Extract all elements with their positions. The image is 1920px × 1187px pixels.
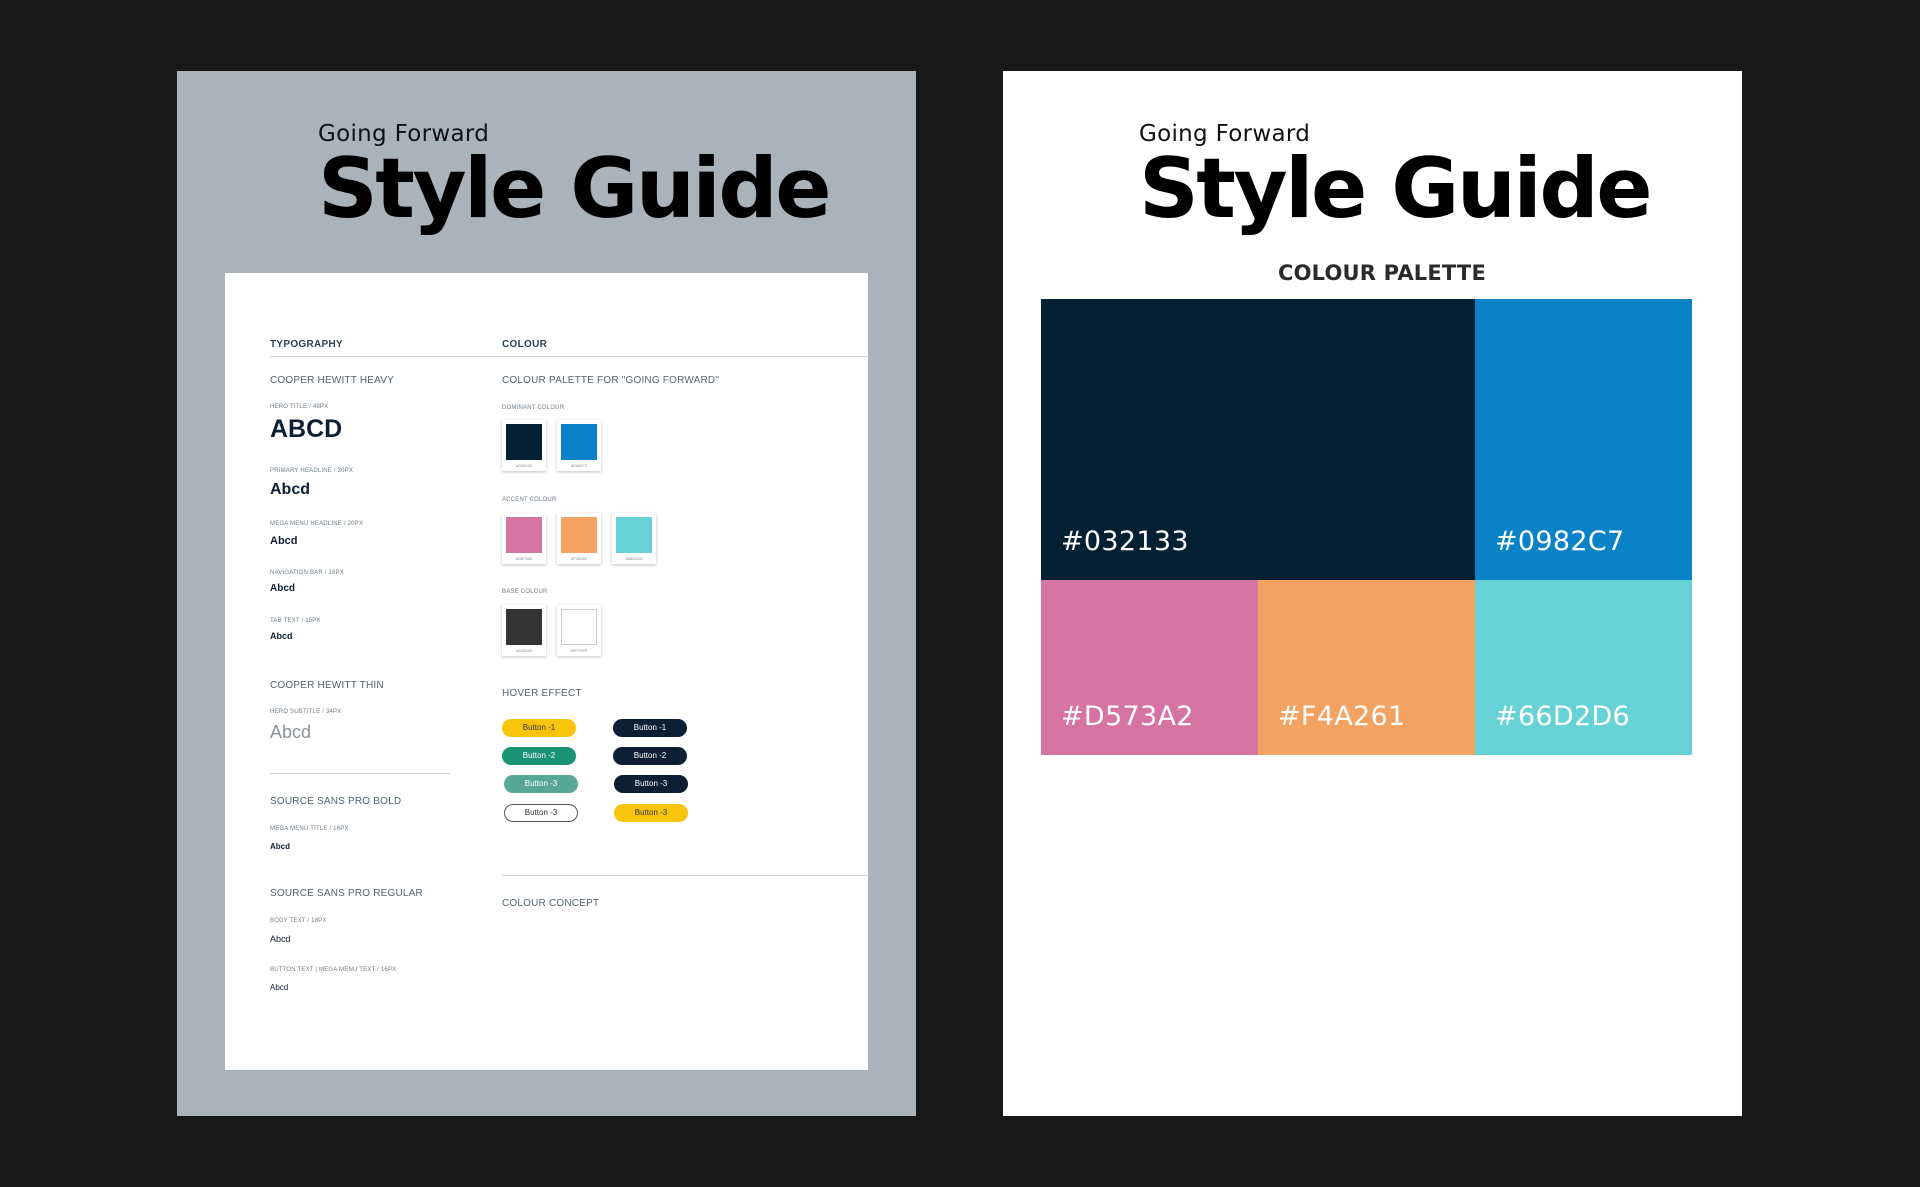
colour-palette-title: COLOUR PALETTE bbox=[1277, 261, 1486, 285]
style-guide-board-right: Going Forward Style Guide COLOUR PALETTE… bbox=[1003, 71, 1742, 1116]
palette-hex-label: #D573A2 bbox=[1061, 701, 1194, 732]
colour-swatch: #66D2D6 bbox=[612, 513, 656, 564]
sample-button-navy[interactable]: Button -3 bbox=[614, 775, 688, 793]
swatch-chip bbox=[506, 609, 542, 645]
style-guide-document: TYPOGRAPHY COLOUR COOPER HEWITT HEAVY HE… bbox=[225, 273, 869, 1070]
swatch-hex: #FFFFFF bbox=[570, 648, 588, 653]
palette-block-navy: #032133 bbox=[1041, 299, 1475, 580]
font-cooper-hewitt-thin: COOPER HEWITT THIN bbox=[270, 680, 384, 691]
board-title: Style Guide bbox=[318, 140, 832, 237]
navigation-bar-label: NAVIGATION BAR / 18PX bbox=[270, 570, 344, 576]
sample-button-yellow-hover[interactable]: Button -3 bbox=[614, 804, 688, 822]
swatch-chip bbox=[561, 517, 597, 553]
swatch-hex: #66D2D6 bbox=[625, 556, 643, 561]
mega-menu-headline-sample: Abcd bbox=[270, 535, 298, 547]
navigation-bar-sample: Abcd bbox=[270, 583, 295, 594]
sample-button-outline[interactable]: Button -3 bbox=[504, 804, 578, 822]
swatch-hex: #0982C7 bbox=[570, 463, 588, 468]
palette-block-orange: #F4A261 bbox=[1258, 580, 1475, 755]
primary-headline-sample: Abcd bbox=[270, 481, 310, 498]
colour-header: COLOUR bbox=[502, 339, 548, 350]
colour-swatch: #0982C7 bbox=[557, 420, 601, 471]
button-text-label: BUTTON TEXT | MEGA MENU TEXT / 16PX bbox=[270, 967, 397, 973]
hero-subtitle-sample: Abcd bbox=[270, 722, 312, 742]
colour-swatch: #F4A261 bbox=[557, 513, 601, 564]
palette-hex-label: #0982C7 bbox=[1495, 526, 1625, 557]
sample-button-navy[interactable]: Button -1 bbox=[613, 719, 687, 737]
palette-hex-label: #032133 bbox=[1061, 526, 1189, 557]
base-colour-label: BASE COLOUR bbox=[502, 589, 548, 595]
swatch-hex: #F4A261 bbox=[570, 556, 588, 561]
sample-button-yellow[interactable]: Button -1 bbox=[502, 719, 576, 737]
typography-header: TYPOGRAPHY bbox=[270, 339, 344, 350]
hover-effect-label: HOVER EFFECT bbox=[502, 688, 582, 699]
font-source-sans-pro-bold: SOURCE SANS PRO BOLD bbox=[270, 796, 402, 807]
swatch-hex: #D573A2 bbox=[515, 556, 533, 561]
swatch-chip bbox=[506, 424, 542, 460]
sample-button-green[interactable]: Button -2 bbox=[502, 747, 576, 765]
button-text-sample: Abcd bbox=[270, 983, 289, 992]
mega-menu-headline-label: MEGA MENU HEADLINE / 20PX bbox=[270, 521, 364, 527]
header-divider bbox=[270, 356, 869, 357]
sample-button-teal[interactable]: Button -3 bbox=[504, 775, 578, 793]
tab-text-sample: Abcd bbox=[270, 631, 293, 641]
palette-hex-label: #F4A261 bbox=[1278, 701, 1406, 732]
palette-block-pink: #D573A2 bbox=[1041, 580, 1258, 755]
swatch-hex: #333333 bbox=[516, 648, 532, 653]
typography-divider bbox=[270, 773, 450, 774]
palette-hex-label: #66D2D6 bbox=[1495, 701, 1631, 732]
accent-colour-label: ACCENT COLOUR bbox=[502, 497, 557, 503]
tab-text-label: TAB TEXT / 15PX bbox=[270, 618, 321, 624]
sample-button-navy[interactable]: Button -2 bbox=[613, 747, 687, 765]
colour-swatch: #032133 bbox=[502, 420, 546, 471]
colour-swatch: #333333 bbox=[502, 605, 546, 656]
primary-headline-label: PRIMARY HEADLINE / 30PX bbox=[270, 468, 354, 474]
swatch-chip bbox=[561, 424, 597, 460]
swatch-chip bbox=[561, 609, 597, 645]
swatch-hex: #032133 bbox=[516, 463, 532, 468]
board-title: Style Guide bbox=[1139, 140, 1653, 237]
swatch-chip bbox=[616, 517, 652, 553]
hero-subtitle-label: HERO SUBTITLE / 34PX bbox=[270, 709, 342, 715]
swatch-chip bbox=[506, 517, 542, 553]
style-guide-board-left: Going Forward Style Guide TYPOGRAPHY COL… bbox=[177, 71, 916, 1116]
hero-title-sample: ABCD bbox=[270, 415, 343, 443]
colour-palette-heading: COLOUR PALETTE FOR "GOING FORWARD" bbox=[502, 375, 720, 386]
body-text-label: BODY TEXT / 18PX bbox=[270, 918, 327, 924]
palette-block-cyan: #66D2D6 bbox=[1475, 580, 1692, 755]
dominant-colour-label: DOMINANT COLOUR bbox=[502, 405, 565, 411]
body-text-sample: Abcd bbox=[270, 934, 291, 944]
font-source-sans-pro-regular: SOURCE SANS PRO REGULAR bbox=[270, 888, 423, 899]
font-cooper-hewitt-heavy: COOPER HEWITT HEAVY bbox=[270, 375, 395, 386]
colour-swatch: #D573A2 bbox=[502, 513, 546, 564]
mega-menu-title-label: MEGA MENU TITLE / 16PX bbox=[270, 826, 349, 832]
colour-concept-label: COLOUR CONCEPT bbox=[502, 898, 600, 909]
mega-menu-title-sample: Abcd bbox=[270, 842, 290, 851]
colour-divider bbox=[502, 875, 869, 876]
palette-block-blue: #0982C7 bbox=[1475, 299, 1692, 580]
colour-swatch: #FFFFFF bbox=[557, 605, 601, 656]
hero-title-label: HERO TITLE / 48PX bbox=[270, 404, 329, 410]
